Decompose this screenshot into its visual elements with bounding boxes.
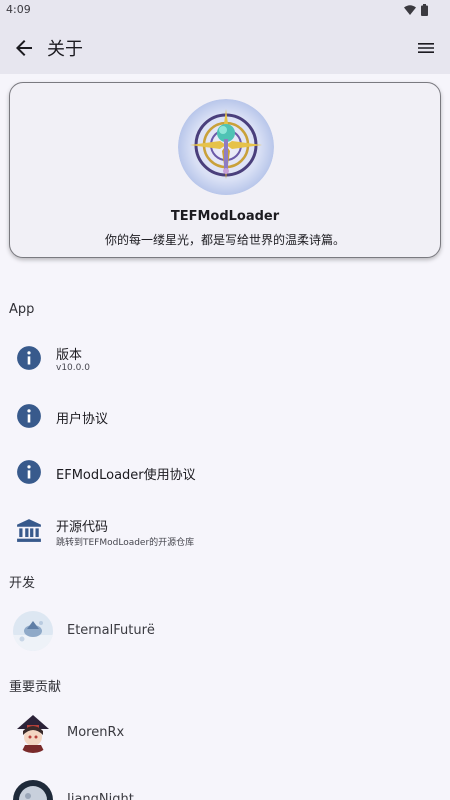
version-item[interactable]: 版本 v10.0.0 — [0, 332, 450, 384]
status-icons — [404, 4, 428, 16]
contributor-name: MorenRx — [67, 725, 125, 740]
section-header-developer: 开发 — [9, 576, 36, 591]
version-summary: v10.0.0 — [56, 363, 90, 373]
user-agreement-title: 用户协议 — [56, 412, 109, 427]
efmodloader-agreement-title: EFModLoader使用协议 — [56, 468, 196, 483]
back-button[interactable] — [12, 36, 36, 60]
user-agreement-item[interactable]: 用户协议 — [0, 390, 450, 442]
page-title: 关于 — [47, 39, 83, 60]
open-source-item[interactable]: 开源代码 跳转到TEFModLoader的开源仓库 — [0, 504, 450, 556]
section-header-contributors: 重要贡献 — [9, 680, 62, 695]
status-bar: 4:09 — [0, 0, 450, 22]
info-icon — [17, 346, 41, 370]
developer-name: EternalFuturё — [67, 623, 155, 638]
section-header-app: App — [9, 302, 35, 317]
open-source-summary: 跳转到TEFModLoader的开源仓库 — [56, 538, 195, 548]
app-tagline: 你的每一缕星光，都是写给世界的温柔诗篇。 — [104, 233, 345, 247]
wifi-icon — [404, 5, 416, 15]
efmodloader-agreement-item[interactable]: EFModLoader使用协议 — [0, 446, 450, 498]
app-name: TEFModLoader — [170, 209, 280, 224]
hamburger-menu-icon — [418, 43, 434, 53]
contributor-item[interactable]: MorenRx — [0, 707, 450, 759]
version-title: 版本 — [56, 348, 83, 363]
contributor-avatar — [13, 713, 53, 753]
about-card: TEFModLoader 你的每一缕星光，都是写给世界的温柔诗篇。 — [9, 82, 441, 258]
app-bar: 关于 — [0, 22, 450, 74]
developer-item[interactable]: EternalFuturё — [0, 605, 450, 657]
arrow-back-icon — [16, 40, 32, 56]
app-logo — [178, 99, 274, 195]
contributor-name: JiangNight — [67, 792, 134, 800]
info-icon — [17, 404, 41, 428]
open-source-title: 开源代码 — [56, 520, 109, 535]
battery-icon — [421, 4, 428, 16]
bank-icon — [17, 519, 41, 542]
developer-avatar — [13, 611, 53, 651]
contributor-item[interactable]: JiangNight — [0, 774, 450, 800]
info-icon — [17, 460, 41, 484]
menu-button[interactable] — [414, 36, 438, 60]
status-time: 4:09 — [6, 3, 31, 16]
contributor-avatar — [13, 780, 53, 800]
